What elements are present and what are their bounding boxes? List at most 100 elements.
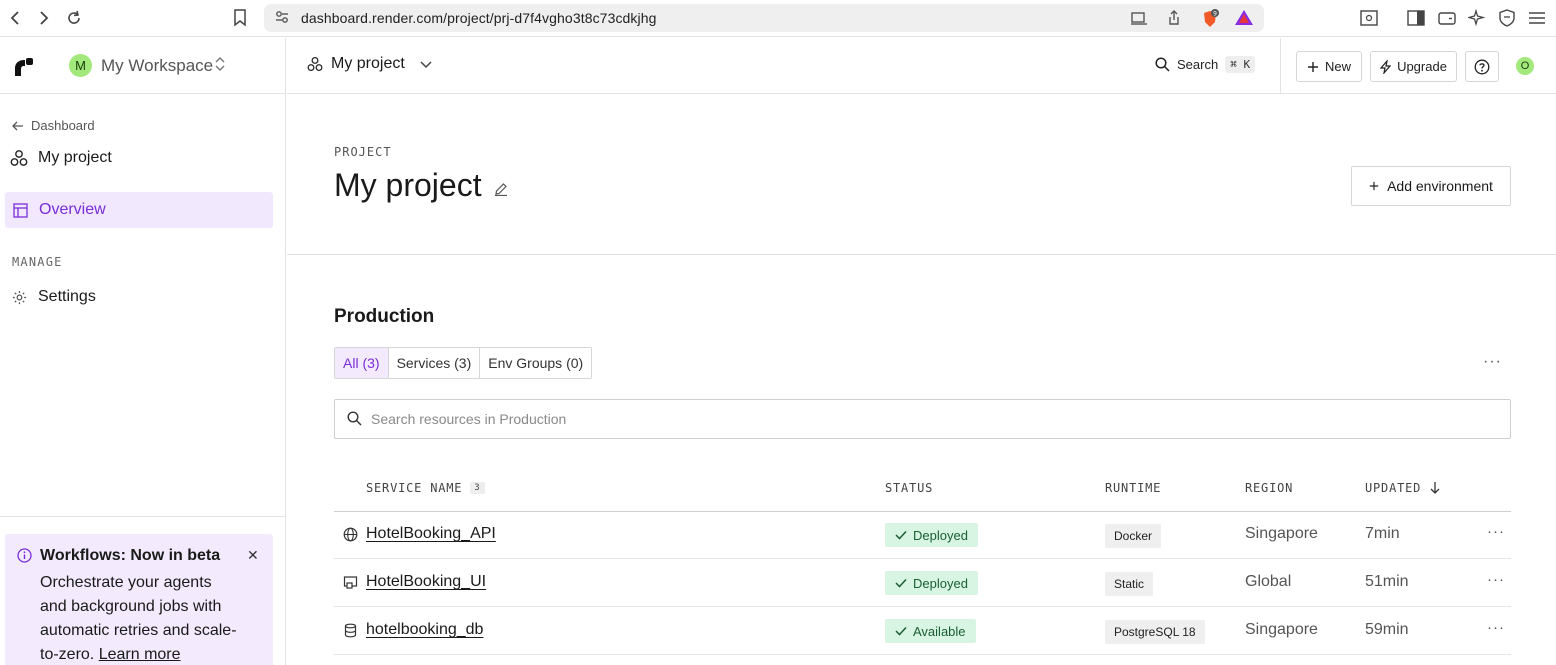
chevron-down-icon <box>420 61 432 69</box>
overview-icon <box>13 202 28 218</box>
status-label: Deployed <box>913 527 968 543</box>
check-icon <box>895 530 907 540</box>
render-logo-icon[interactable] <box>13 56 35 78</box>
vpn-shield-icon[interactable] <box>1497 8 1517 28</box>
tab-env-groups[interactable]: Env Groups (0) <box>480 348 592 378</box>
status-label: Deployed <box>913 575 968 591</box>
reader-mode-icon[interactable] <box>1359 8 1379 28</box>
check-icon <box>895 578 907 588</box>
resource-filter-tabs: All (3) Services (3) Env Groups (0) <box>334 347 593 379</box>
bookmark-icon[interactable] <box>230 8 250 28</box>
updated-text: 59min <box>1365 621 1409 638</box>
table-row[interactable]: HotelBooking_UI Deployed Static Global 5… <box>334 559 1511 607</box>
leo-ai-icon[interactable] <box>1467 8 1487 28</box>
reload-icon[interactable] <box>64 8 84 28</box>
url-text: dashboard.render.com/project/prj-d7f4vgh… <box>301 10 657 26</box>
manage-section-label: MANAGE <box>12 255 63 269</box>
search-icon <box>1155 57 1170 72</box>
workspace-avatar[interactable]: M <box>69 54 92 77</box>
service-name-link[interactable]: HotelBooking_UI <box>366 573 486 591</box>
brave-shields-icon[interactable]: 9 <box>1200 9 1219 27</box>
static-site-icon <box>343 575 358 595</box>
column-header-updated[interactable]: UPDATED <box>1365 481 1441 495</box>
help-button[interactable] <box>1465 51 1499 82</box>
row-more-icon[interactable]: ··· <box>1487 619 1505 636</box>
chevron-up-down-icon[interactable] <box>214 56 226 77</box>
close-icon[interactable]: ✕ <box>247 547 259 564</box>
resource-search-input[interactable] <box>371 409 1471 429</box>
info-icon <box>17 548 32 568</box>
gear-icon <box>12 290 27 304</box>
row-more-icon[interactable]: ··· <box>1487 523 1505 540</box>
tab-all[interactable]: All (3) <box>335 348 389 378</box>
pencil-icon[interactable] <box>494 182 508 196</box>
svg-text:9: 9 <box>1213 11 1217 18</box>
sidebar-toggle-icon[interactable] <box>1406 8 1426 28</box>
status-badge: Deployed <box>885 523 978 547</box>
runtime-badge: PostgreSQL 18 <box>1105 620 1205 644</box>
learn-more-link[interactable]: Learn more <box>99 646 181 663</box>
sidebar-item-label: Overview <box>39 201 106 218</box>
search-button[interactable]: Search ⌘ K <box>1155 56 1256 73</box>
upgrade-button[interactable]: Upgrade <box>1370 51 1457 82</box>
search-icon <box>347 411 362 431</box>
sidebar-item-settings[interactable]: Settings <box>12 288 96 306</box>
address-bar[interactable]: dashboard.render.com/project/prj-d7f4vgh… <box>264 4 1264 32</box>
runtime-badge: Static <box>1105 572 1154 596</box>
brave-rewards-icon[interactable] <box>1234 9 1253 27</box>
row-more-icon[interactable]: ··· <box>1487 571 1505 588</box>
column-header-service-name[interactable]: SERVICE NAME 3 <box>366 481 485 495</box>
new-label: New <box>1324 59 1351 74</box>
resource-search <box>334 399 1511 439</box>
section-divider <box>287 254 1556 255</box>
column-header-runtime[interactable]: RUNTIME <box>1105 481 1161 495</box>
header-divider <box>1280 38 1281 94</box>
sidebar-project-title: My project <box>10 149 112 167</box>
project-icon <box>307 56 323 72</box>
project-title-text: My project <box>334 167 482 203</box>
service-name-link[interactable]: hotelbooking_db <box>366 621 483 639</box>
new-button[interactable]: New <box>1296 51 1362 82</box>
environment-title: Production <box>334 306 435 327</box>
column-label: SERVICE NAME <box>366 481 463 495</box>
sidebar-project-name: My project <box>38 149 112 166</box>
add-environment-label: Add environment <box>1387 178 1493 194</box>
plus-icon <box>1307 61 1318 72</box>
status-badge: Deployed <box>885 571 978 595</box>
updated-text: 7min <box>1365 525 1400 542</box>
region-text: Global <box>1245 573 1292 590</box>
share-icon[interactable] <box>1165 9 1183 27</box>
workspace-name[interactable]: My Workspace <box>101 56 213 76</box>
updated-text: 51min <box>1365 573 1409 590</box>
menu-icon[interactable] <box>1527 8 1547 28</box>
sidebar-item-overview[interactable]: Overview <box>5 192 273 228</box>
beta-title: Workflows: Now in beta <box>40 547 221 564</box>
back-to-dashboard-link[interactable]: Dashboard <box>12 118 95 133</box>
search-label: Search <box>1177 57 1219 72</box>
browser-toolbar: dashboard.render.com/project/prj-d7f4vgh… <box>0 0 1556 37</box>
table-row[interactable]: HotelBooking_API Deployed Docker Singapo… <box>334 511 1511 559</box>
project-switcher[interactable]: My project <box>307 55 433 73</box>
cast-icon[interactable] <box>1130 9 1148 27</box>
help-icon <box>1474 59 1490 74</box>
table-row[interactable]: hotelbooking_db Available PostgreSQL 18 … <box>334 607 1511 655</box>
sidebar-header: M My Workspace <box>0 38 285 94</box>
user-avatar[interactable]: O <box>1516 57 1534 75</box>
environment-more-icon[interactable]: ··· <box>1483 353 1502 371</box>
sidebar: M My Workspace Dashboard My project Over… <box>0 38 286 665</box>
wallet-icon[interactable] <box>1437 8 1457 28</box>
database-icon <box>343 623 358 643</box>
add-environment-button[interactable]: Add environment <box>1351 166 1511 206</box>
service-name-link[interactable]: HotelBooking_API <box>366 525 496 543</box>
column-header-status[interactable]: STATUS <box>885 481 933 495</box>
site-settings-icon[interactable] <box>274 9 290 30</box>
column-header-region[interactable]: REGION <box>1245 481 1293 495</box>
main-header: My project Search ⌘ K New Upgrade O <box>287 38 1556 94</box>
check-icon <box>895 626 907 636</box>
globe-icon <box>343 527 358 547</box>
project-icon <box>10 150 28 166</box>
plus-icon <box>1369 181 1379 191</box>
forward-arrow-icon[interactable] <box>34 8 54 28</box>
back-arrow-icon[interactable] <box>5 8 25 28</box>
tab-services[interactable]: Services (3) <box>388 348 481 378</box>
